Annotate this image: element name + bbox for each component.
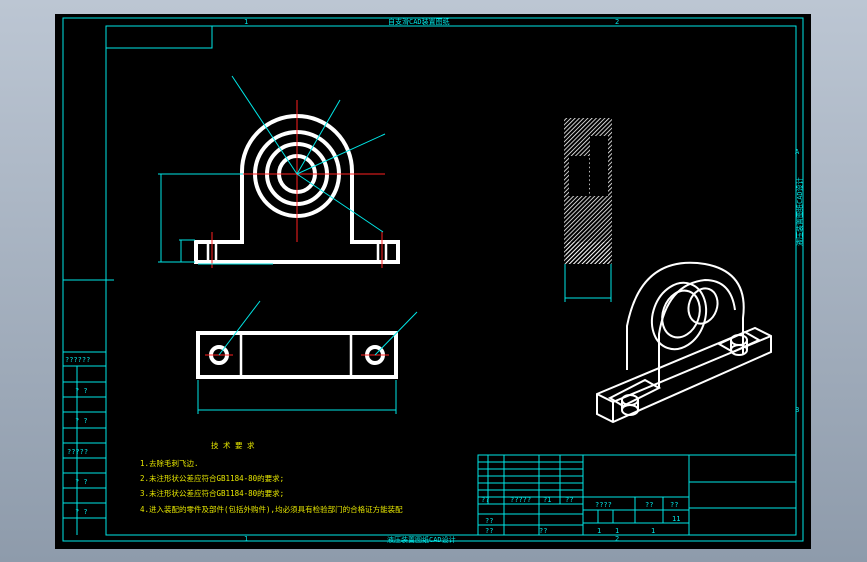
top-view	[196, 300, 418, 414]
tech-req-item-4: 4.进入装配的零件及部件(包括外购件),均必须具有检验部门的合格证方能装配	[140, 504, 403, 514]
left-cell-1: ??????	[65, 356, 90, 364]
cad-drawing: 自支滑CAD装置图纸 液压装置图纸CAD设计 1 2 1 2 A B 液压装置图…	[62, 17, 804, 544]
left-cell-3: ? ?	[75, 417, 88, 425]
zone-mark-right-a: A	[795, 148, 800, 156]
title-block: ?? ????? ?1 ?? ???? ?? ?? ?? ?? ?? 1 1 1…	[477, 454, 797, 536]
tb-row-b-2: ??	[645, 501, 653, 509]
side-view	[564, 118, 612, 302]
top-caption: 自支滑CAD装置图纸	[388, 17, 450, 26]
tb-scale-3: 1	[651, 527, 655, 535]
zone-mark-right-b: B	[795, 406, 799, 414]
tb-scale-2: 1	[615, 527, 619, 535]
tb-row-a-2: ?????	[510, 496, 531, 504]
tech-req-item-2: 2.未注形状公差应符合GB1184-80的要求;	[140, 473, 284, 483]
technical-requirements: 技 术 要 求 1.去除毛刺飞边. 2.未注形状公差应符合GB1184-80的要…	[140, 440, 403, 514]
right-caption: 液压装置图纸CAD设计	[795, 177, 804, 246]
tb-row-a-1: ??	[481, 496, 489, 504]
top-left-box	[105, 25, 213, 49]
left-cell-2: ? ?	[75, 387, 88, 395]
left-cell-5: ? ?	[75, 478, 88, 486]
zone-mark-top-1: 1	[244, 18, 248, 26]
zone-mark-bottom-2: 2	[615, 535, 619, 543]
tech-req-item-3: 3.未注形状公差应符合GB1184-80的要求;	[140, 488, 284, 498]
tech-req-title: 技 术 要 求	[211, 440, 255, 450]
isometric-view	[596, 261, 772, 424]
tb-row-a-4: ??	[565, 496, 573, 504]
tb-left-bottom-3: ??	[539, 527, 547, 535]
bottom-caption: 液压装置图纸CAD设计	[387, 535, 456, 544]
tb-row-a-3: ?1	[543, 496, 551, 504]
tb-row-b-3: ??	[670, 501, 678, 509]
tb-scale-4: 11	[672, 515, 680, 523]
left-cell-4: ?????	[67, 448, 88, 456]
tb-left-bottom-2: ??	[485, 527, 493, 535]
left-cell-6: ? ?	[75, 508, 88, 516]
tb-row-b-1: ????	[595, 501, 612, 509]
zone-mark-top-2: 2	[615, 18, 619, 26]
tech-req-item-1: 1.去除毛刺飞边.	[140, 458, 199, 468]
zone-mark-bottom-1: 1	[244, 535, 248, 543]
inner-border	[105, 25, 797, 536]
front-view	[158, 75, 400, 268]
tb-left-bottom-1: ??	[485, 517, 493, 525]
drawing-canvas: 自支滑CAD装置图纸 液压装置图纸CAD设计 1 2 1 2 A B 液压装置图…	[55, 14, 811, 549]
tb-scale-1: 1	[597, 527, 601, 535]
